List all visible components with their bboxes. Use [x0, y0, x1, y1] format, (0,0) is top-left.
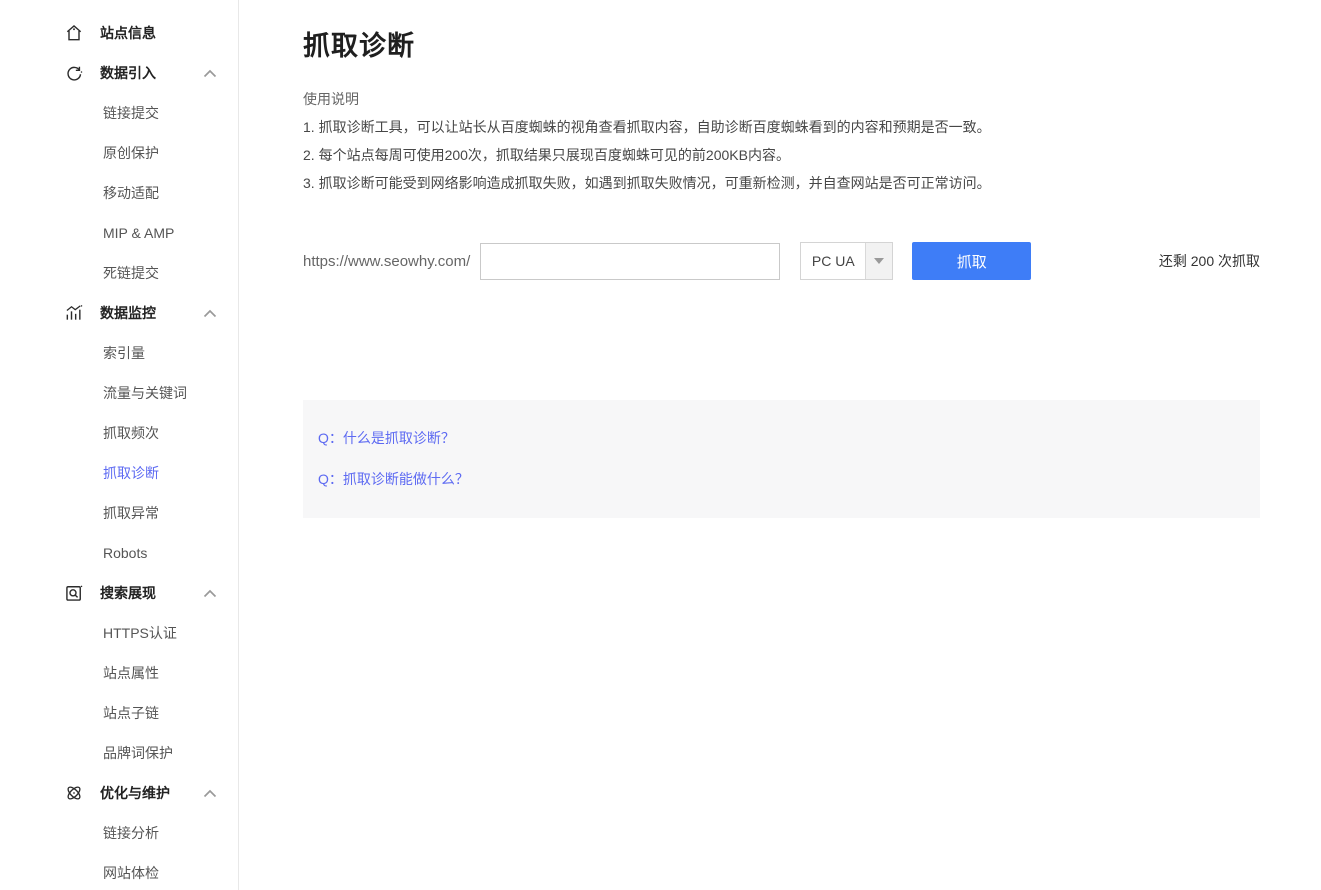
chevron-up-icon[interactable]	[203, 69, 217, 78]
fetch-button[interactable]: 抓取	[912, 242, 1031, 280]
chevron-up-icon[interactable]	[203, 789, 217, 798]
sidebar-item-crawl-diagnosis[interactable]: 抓取诊断	[0, 453, 238, 493]
sidebar-item-label: 数据引入	[100, 63, 203, 83]
sidebar-item-label: 数据监控	[100, 303, 203, 323]
sidebar-item-robots[interactable]: Robots	[0, 533, 238, 573]
usage-heading: 使用说明	[303, 89, 1260, 109]
sidebar-item-dead-link-submit[interactable]: 死链提交	[0, 253, 238, 293]
sidebar: 站点信息 数据引入 链接提交 原创保护 移动适配 MIP &	[0, 0, 239, 890]
sidebar-item-data-monitor[interactable]: 数据监控	[0, 293, 238, 333]
ua-select[interactable]: PC UA	[800, 242, 893, 280]
faq-panel: Q：什么是抓取诊断？ Q：抓取诊断能做什么？	[303, 400, 1260, 518]
sidebar-item-label: 优化与维护	[100, 783, 203, 803]
sidebar-item-data-import[interactable]: 数据引入	[0, 53, 238, 93]
main-content: 抓取诊断 使用说明 1. 抓取诊断工具，可以让站长从百度蜘蛛的视角查看抓取内容，…	[239, 0, 1321, 890]
sidebar-item-site-sublinks[interactable]: 站点子链	[0, 693, 238, 733]
url-input[interactable]	[480, 243, 780, 280]
monitor-chart-icon	[64, 303, 84, 323]
faq-link-what-can-do[interactable]: Q：抓取诊断能做什么？	[318, 469, 1240, 489]
page-title: 抓取诊断	[303, 24, 1260, 63]
sidebar-item-link-submit[interactable]: 链接提交	[0, 93, 238, 133]
url-prefix-label: https://www.seowhy.com/	[303, 253, 470, 270]
instruction-line: 2. 每个站点每周可使用200次，抓取结果只展现百度蜘蛛可见的前200KB内容。	[303, 145, 1260, 165]
sidebar-item-optimize-maintain[interactable]: 优化与维护	[0, 773, 238, 813]
search-display-icon	[64, 583, 84, 603]
data-import-icon	[64, 63, 84, 83]
sidebar-item-search-display[interactable]: 搜索展现	[0, 573, 238, 613]
sidebar-item-label: 搜索展现	[100, 583, 203, 603]
chevron-up-icon[interactable]	[203, 309, 217, 318]
sidebar-item-original-protect[interactable]: 原创保护	[0, 133, 238, 173]
home-icon	[64, 23, 84, 43]
fetch-form: https://www.seowhy.com/ PC UA 抓取 还剩 200 …	[303, 242, 1260, 280]
sidebar-item-link-analysis[interactable]: 链接分析	[0, 813, 238, 853]
instruction-line: 3. 抓取诊断可能受到网络影响造成抓取失败，如遇到抓取失败情况，可重新检测，并自…	[303, 173, 1260, 193]
remaining-quota-label: 还剩 200 次抓取	[1159, 251, 1260, 271]
sidebar-item-index-volume[interactable]: 索引量	[0, 333, 238, 373]
instruction-line: 1. 抓取诊断工具，可以让站长从百度蜘蛛的视角查看抓取内容，自助诊断百度蜘蛛看到…	[303, 117, 1260, 137]
faq-link-what-is[interactable]: Q：什么是抓取诊断？	[318, 428, 1240, 448]
chevron-up-icon[interactable]	[203, 589, 217, 598]
sidebar-item-mobile-adapt[interactable]: 移动适配	[0, 173, 238, 213]
chevron-down-icon[interactable]	[865, 243, 892, 279]
sidebar-item-site-attribute[interactable]: 站点属性	[0, 653, 238, 693]
sidebar-item-label: 站点信息	[100, 23, 217, 43]
optimize-atom-icon	[64, 783, 84, 803]
sidebar-item-mip-amp[interactable]: MIP & AMP	[0, 213, 238, 253]
sidebar-item-https-cert[interactable]: HTTPS认证	[0, 613, 238, 653]
sidebar-item-crawl-frequency[interactable]: 抓取频次	[0, 413, 238, 453]
sidebar-item-traffic-keywords[interactable]: 流量与关键词	[0, 373, 238, 413]
sidebar-item-brand-protect[interactable]: 品牌词保护	[0, 733, 238, 773]
sidebar-item-site-checkup[interactable]: 网站体检	[0, 853, 238, 890]
sidebar-nav: 站点信息 数据引入 链接提交 原创保护 移动适配 MIP &	[0, 13, 238, 890]
sidebar-item-site-info[interactable]: 站点信息	[0, 13, 238, 53]
app-window: 站点信息 数据引入 链接提交 原创保护 移动适配 MIP &	[0, 0, 1321, 890]
ua-select-value: PC UA	[801, 243, 865, 279]
sidebar-item-crawl-exception[interactable]: 抓取异常	[0, 493, 238, 533]
